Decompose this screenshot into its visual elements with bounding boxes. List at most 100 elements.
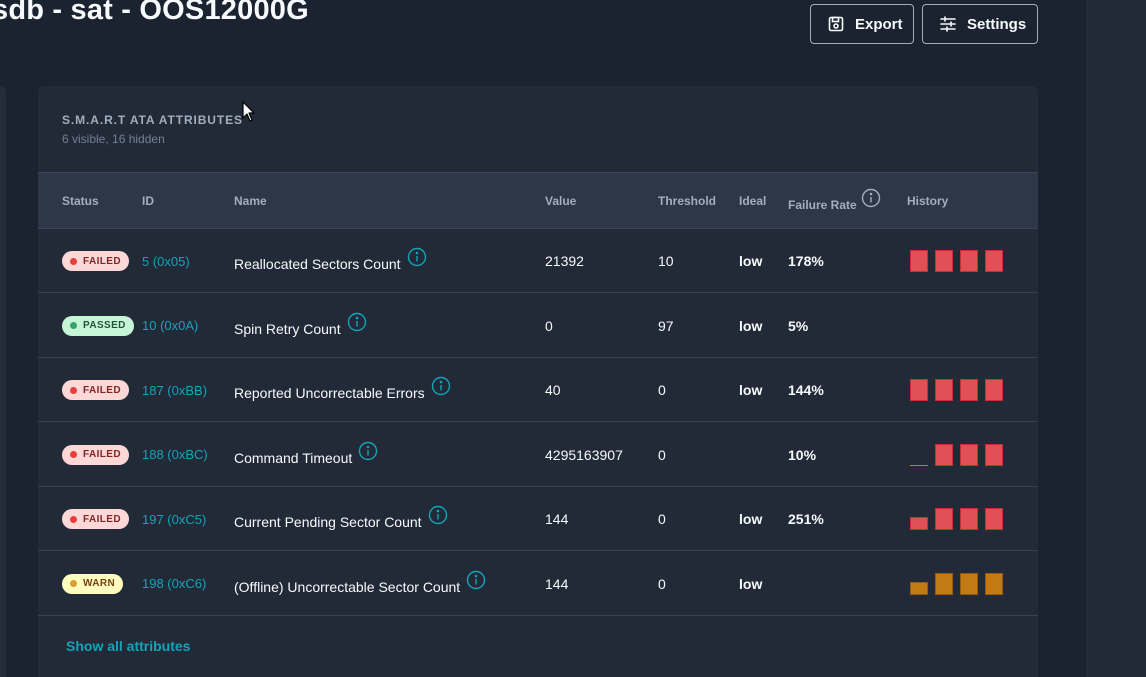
history-bar: [960, 572, 978, 595]
column-header-ideal[interactable]: Ideal: [739, 194, 766, 208]
attribute-failure-rate: 144%: [788, 382, 824, 398]
history-bar: [910, 517, 928, 530]
history-chart: [910, 250, 1003, 272]
history-chart: [910, 379, 1003, 401]
column-header-threshold[interactable]: Threshold: [658, 194, 716, 208]
column-header-failure-rate[interactable]: Failure Rate: [788, 187, 881, 212]
history-cell: [910, 358, 1003, 422]
attribute-name: Reallocated Sectors Count: [234, 256, 401, 272]
name-cell: Reallocated Sectors Count: [234, 229, 427, 293]
table-row[interactable]: WARN 198 (0xC6) (Offline) Uncorrectable Se…: [38, 552, 1038, 616]
attribute-ideal: low: [739, 511, 763, 527]
info-icon[interactable]: [347, 312, 367, 332]
name-cell: (Offline) Uncorrectable Sector Count: [234, 552, 486, 616]
info-icon[interactable]: [407, 247, 427, 267]
history-bar: [985, 508, 1003, 530]
status-badge: FAILED: [62, 509, 129, 529]
attribute-ideal: low: [739, 382, 763, 398]
attribute-name: Reported Uncorrectable Errors: [234, 385, 425, 401]
settings-button[interactable]: Settings: [922, 4, 1038, 44]
column-header-id[interactable]: ID: [142, 194, 154, 208]
status-badge: FAILED: [62, 251, 129, 271]
attribute-threshold: 10: [658, 253, 674, 269]
attribute-id: 198 (0xC6): [142, 576, 207, 591]
attribute-id: 5 (0x05): [142, 253, 190, 269]
status-badge: WARN: [62, 573, 124, 594]
attribute-failure-rate: 251%: [788, 511, 824, 527]
table-row[interactable]: FAILED 187 (0xBB) Reported Uncorrectable E…: [38, 358, 1038, 422]
attribute-id: 187 (0xBB): [142, 382, 208, 398]
history-cell: [910, 423, 1003, 487]
history-chart: [910, 508, 1003, 530]
table-row[interactable]: FAILED 188 (0xBC) Command Timeout 429516390…: [38, 423, 1038, 487]
attribute-name: Command Timeout: [234, 449, 353, 466]
attribute-threshold: 97: [658, 317, 674, 334]
table-row[interactable]: FAILED 5 (0x05) Reallocated Sectors Count 2…: [38, 229, 1038, 293]
status-dot: [70, 580, 77, 587]
right-scroll-gutter: [1086, 0, 1146, 677]
history-bar: [935, 443, 953, 466]
table-row[interactable]: PASSED 10 (0x0A) Spin Retry Count 0 97 low 5%: [38, 294, 1038, 358]
show-all-attributes-link[interactable]: Show all attributes: [66, 638, 190, 654]
history-bar: [910, 581, 928, 595]
attribute-id: 10 (0x0A): [142, 318, 199, 333]
status-text: FAILED: [83, 449, 121, 460]
name-cell: Reported Uncorrectable Errors: [234, 358, 451, 422]
attribute-threshold: 0: [658, 511, 666, 527]
status-dot: [70, 451, 77, 458]
status-dot: [70, 322, 77, 329]
mouse-pointer-icon: [242, 101, 256, 123]
name-cell: Current Pending Sector Count: [234, 487, 448, 551]
history-bar: [985, 443, 1003, 466]
attribute-value: 144: [545, 575, 569, 592]
attribute-ideal: low: [739, 317, 763, 334]
attribute-threshold: 0: [658, 575, 666, 592]
attribute-threshold: 0: [658, 446, 666, 463]
table-header: Status ID Name Value Threshold Ideal Fai…: [38, 172, 1038, 229]
history-bar: [935, 572, 953, 595]
info-icon[interactable]: [861, 188, 881, 211]
info-icon[interactable]: [466, 570, 486, 590]
status-badge: FAILED: [62, 444, 129, 465]
column-header-status[interactable]: Status: [62, 194, 99, 208]
history-bar: [935, 379, 953, 401]
history-bar: [985, 379, 1003, 401]
status-cell: FAILED: [62, 358, 129, 422]
history-bar: [960, 379, 978, 401]
table-row[interactable]: FAILED 197 (0xC5) Current Pending Sector C…: [38, 487, 1038, 551]
attribute-ideal: low: [739, 575, 763, 592]
attribute-id: 197 (0xC5): [142, 511, 207, 527]
status-cell: FAILED: [62, 423, 129, 487]
history-chart: [910, 443, 1003, 466]
settings-label: Settings: [967, 15, 1027, 33]
status-text: FAILED: [83, 513, 121, 525]
status-cell: FAILED: [62, 229, 129, 293]
smart-attributes-card: S.M.A.R.T ATA Attributes 6 visible, 16 h…: [38, 86, 1038, 677]
status-text: WARN: [83, 578, 116, 589]
status-badge: FAILED: [62, 380, 129, 400]
left-panel-edge: [0, 86, 6, 677]
history-bar: [910, 379, 928, 401]
attribute-value: 144: [545, 511, 569, 527]
attribute-ideal: low: [739, 253, 763, 269]
column-header-history[interactable]: History: [907, 194, 948, 208]
history-bar: [935, 508, 953, 530]
save-icon: [827, 15, 845, 33]
status-dot: [70, 257, 77, 265]
status-cell: WARN: [62, 552, 124, 616]
history-bar: [960, 443, 978, 466]
history-bar: [910, 250, 928, 272]
history-bar: [935, 250, 953, 272]
sliders-icon: [939, 15, 957, 33]
export-button[interactable]: Export: [810, 4, 914, 44]
attribute-failure-rate: 178%: [788, 253, 824, 269]
column-header-name[interactable]: Name: [234, 194, 267, 208]
info-icon[interactable]: [428, 505, 448, 525]
attribute-name: (Offline) Uncorrectable Sector Count: [234, 578, 461, 595]
column-header-value[interactable]: Value: [545, 194, 576, 208]
history-cell: [910, 487, 1003, 551]
status-cell: FAILED: [62, 487, 129, 551]
attribute-failure-rate: 10%: [788, 446, 817, 463]
info-icon[interactable]: [431, 376, 451, 396]
info-icon[interactable]: [358, 441, 378, 461]
